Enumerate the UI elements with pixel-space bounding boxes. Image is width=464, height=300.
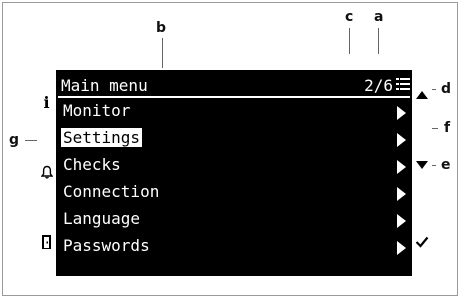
page-indicator: 2/6 [364, 76, 393, 95]
menu-item-settings[interactable]: Settings [58, 127, 410, 151]
right-icon-strip [412, 70, 432, 276]
leader-line-a [378, 28, 379, 54]
callout-g: g [9, 132, 20, 148]
submenu-arrow-icon [397, 133, 406, 147]
submenu-arrow-icon [397, 187, 406, 201]
callout-b: b [156, 20, 167, 36]
left-icon-strip: i [37, 70, 56, 276]
bell-icon[interactable] [39, 164, 54, 180]
info-icon[interactable]: i [39, 93, 54, 112]
menu-item-passwords[interactable]: Passwords [58, 235, 410, 259]
submenu-arrow-icon [397, 241, 406, 255]
callout-f: f [444, 120, 451, 136]
callout-c: c [345, 9, 354, 25]
menu-item-label: Connection [63, 182, 160, 201]
submenu-arrow-icon [397, 214, 406, 228]
submenu-arrow-icon [397, 106, 406, 120]
menu-item-label: Checks [63, 155, 121, 174]
checkmark-icon[interactable] [414, 234, 430, 250]
menu-item-connection[interactable]: Connection [58, 181, 410, 205]
up-arrow-icon[interactable] [414, 88, 430, 102]
callout-a: a [374, 9, 384, 25]
menu-item-label: Passwords [63, 236, 150, 255]
menu-header: Main menu 2/6 [58, 76, 410, 98]
menu-item-language[interactable]: Language [58, 208, 410, 232]
submenu-arrow-icon [397, 160, 406, 174]
callout-e: e [441, 157, 451, 173]
callout-d: d [441, 81, 452, 97]
menu-item-label: Language [63, 209, 141, 228]
page-title: Main menu [61, 76, 148, 95]
menu-item-checks[interactable]: Checks [58, 154, 410, 178]
menu-item-monitor[interactable]: Monitor [58, 100, 410, 124]
down-arrow-icon[interactable] [414, 158, 430, 172]
leader-line-b [162, 38, 163, 68]
lcd-screen: i Main menu 2/6 Monitor Settings Checks … [37, 70, 432, 276]
menu-item-label: Settings [61, 128, 143, 147]
exit-icon[interactable] [39, 233, 54, 251]
menu-item-label: Monitor [63, 101, 131, 120]
leader-line-c [349, 28, 350, 54]
list-lines-icon [396, 78, 410, 90]
